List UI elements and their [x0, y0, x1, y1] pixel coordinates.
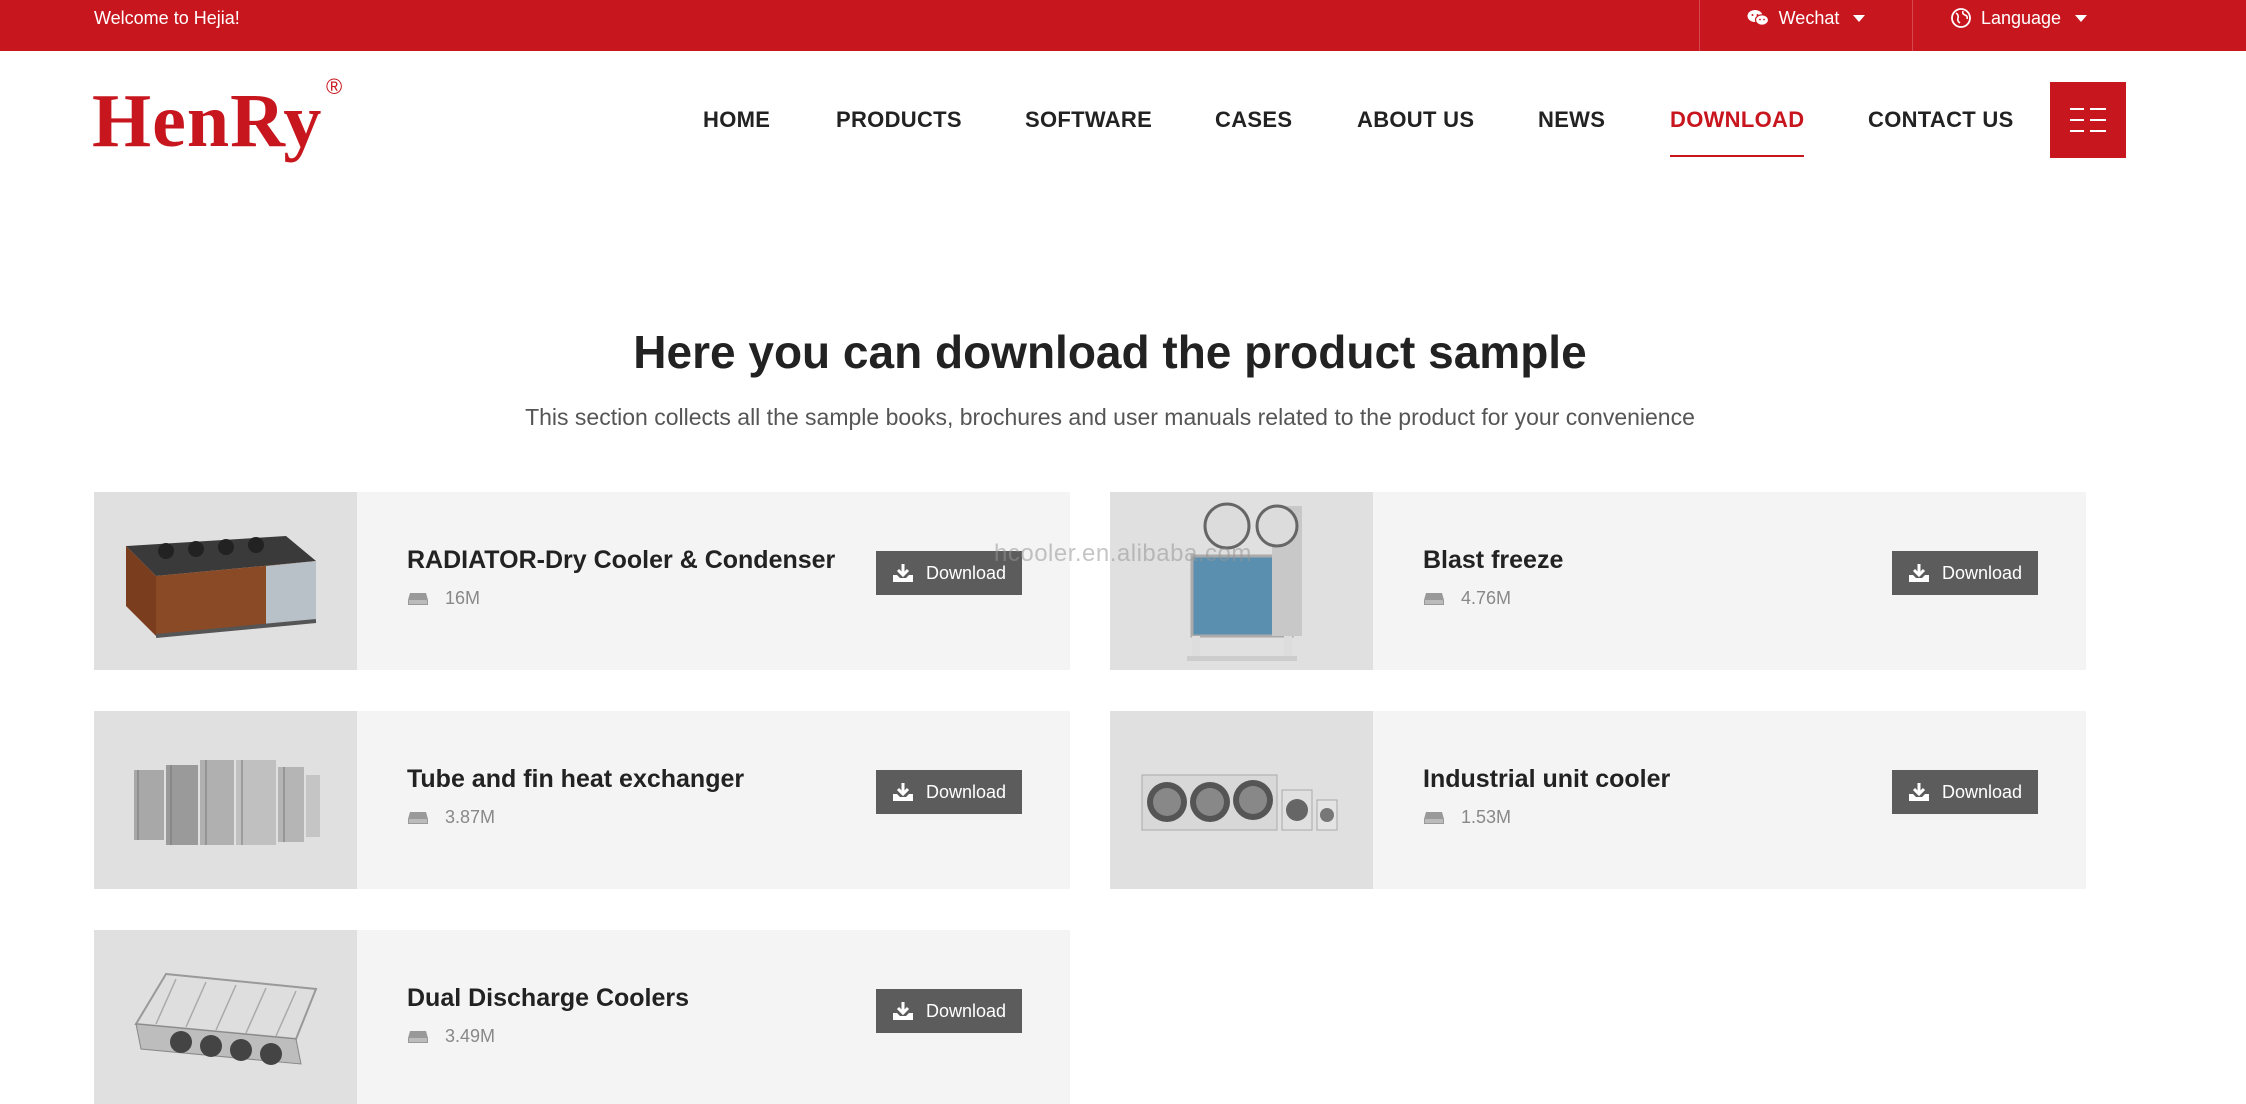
download-card: Industrial unit cooler 1.53M Download — [1110, 711, 2086, 889]
disk-icon — [1424, 592, 1444, 605]
download-button-label: Download — [925, 1000, 1007, 1021]
globe-icon — [1951, 8, 1971, 28]
menu-icon-line — [2090, 108, 2106, 110]
language-dropdown[interactable]: Language — [1912, 0, 2125, 51]
file-size: 3.87M — [407, 807, 495, 828]
download-card: Blast freeze 4.76M Download — [1110, 492, 2086, 670]
nav-products[interactable]: PRODUCTS — [836, 100, 962, 140]
download-title: Industrial unit cooler — [1423, 765, 1671, 793]
download-button-label: Download — [925, 781, 1007, 802]
download-icon — [1908, 783, 1929, 801]
download-card: Dual Discharge Coolers 3.49M Download — [94, 930, 1070, 1104]
logo[interactable]: HenRy ® — [92, 74, 342, 166]
nav-software[interactable]: SOFTWARE — [1025, 100, 1152, 140]
page-subtitle: This section collects all the sample boo… — [525, 404, 1695, 430]
download-button[interactable]: Download — [1892, 551, 2038, 595]
download-card: RADIATOR-Dry Cooler & Condenser 16M Down… — [94, 492, 1070, 670]
download-icon — [892, 783, 913, 801]
disk-icon — [408, 1030, 428, 1043]
welcome-text: Welcome to Hejia! — [94, 8, 240, 28]
nav-home[interactable]: HOME — [703, 100, 770, 140]
nav-contact-us[interactable]: CONTACT US — [1868, 100, 2014, 140]
wechat-icon — [1747, 10, 1769, 26]
top-bar: Welcome to Hejia! Wechat Language — [0, 0, 2246, 51]
menu-icon-line — [2090, 130, 2106, 132]
download-button-label: Download — [1941, 781, 2023, 802]
product-image-dual-discharge — [94, 930, 357, 1104]
menu-button[interactable] — [2050, 82, 2126, 158]
wechat-dropdown[interactable]: Wechat — [1699, 0, 1912, 51]
file-size: 4.76M — [1423, 588, 1511, 609]
disk-icon — [408, 811, 428, 824]
nav-about-us[interactable]: ABOUT US — [1357, 100, 1474, 140]
file-size-value: 1.53M — [1461, 807, 1512, 827]
download-title: Blast freeze — [1423, 546, 1564, 574]
download-icon — [892, 1002, 913, 1020]
page-title: Here you can download the product sample — [633, 326, 1587, 378]
nav-cases[interactable]: CASES — [1215, 100, 1292, 140]
product-image-heat-exchanger — [94, 711, 357, 889]
product-image-blast-freeze — [1110, 492, 1373, 670]
product-image-unit-cooler — [1110, 711, 1373, 889]
file-size-value: 4.76M — [1461, 588, 1512, 608]
file-size: 16M — [407, 588, 480, 609]
download-title: RADIATOR-Dry Cooler & Condenser — [407, 546, 836, 574]
download-icon — [1908, 564, 1929, 582]
menu-icon-line — [2070, 119, 2084, 121]
watermark: hcooler.en.alibaba.com — [994, 540, 1252, 567]
file-size-value: 16M — [445, 588, 481, 608]
disk-icon — [408, 592, 428, 605]
logo-text: HenRy — [92, 79, 323, 163]
nav-download[interactable]: DOWNLOAD — [1670, 100, 1805, 157]
download-card: Tube and fin heat exchanger 3.87M Downlo… — [94, 711, 1070, 889]
menu-icon — [2070, 108, 2084, 110]
chevron-down-icon — [2075, 14, 2088, 22]
download-button[interactable]: Download — [876, 989, 1022, 1033]
registered-mark: ® — [326, 74, 343, 99]
product-image-dry-cooler — [94, 492, 357, 670]
menu-icon-line — [2090, 119, 2106, 121]
download-icon — [892, 564, 913, 582]
file-size: 3.49M — [407, 1026, 495, 1047]
download-button[interactable]: Download — [876, 770, 1022, 814]
file-size: 1.53M — [1423, 807, 1511, 828]
download-button[interactable]: Download — [1892, 770, 2038, 814]
download-title: Tube and fin heat exchanger — [407, 765, 745, 793]
menu-icon-line — [2070, 130, 2084, 132]
file-size-value: 3.87M — [445, 807, 496, 827]
download-button-label: Download — [1941, 562, 2023, 583]
nav-news[interactable]: NEWS — [1538, 100, 1605, 140]
file-size-value: 3.49M — [445, 1026, 496, 1046]
chevron-down-icon — [1853, 14, 1866, 22]
wechat-label: Wechat — [1778, 7, 1840, 28]
download-title: Dual Discharge Coolers — [407, 984, 690, 1012]
disk-icon — [1424, 811, 1444, 824]
language-label: Language — [1980, 7, 2062, 28]
